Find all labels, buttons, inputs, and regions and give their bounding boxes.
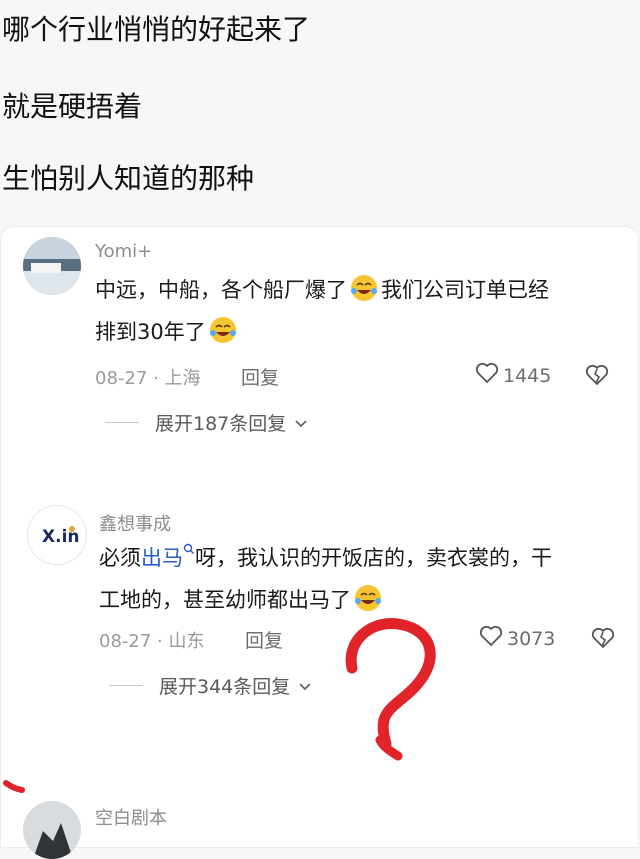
comment-location: 山东: [168, 631, 205, 652]
comment-meta: 08-27 · 上海: [95, 364, 201, 390]
laughing-crying-emoji: [208, 315, 238, 345]
comments-card: Yomi+ 中远，中船，各个船厂爆了 我们公司订单已经 排到30年了 08-27…: [0, 226, 639, 859]
expand-replies[interactable]: 展开187条回复: [105, 409, 308, 436]
heart-outline-icon: [479, 625, 503, 652]
expand-replies[interactable]: 展开344条回复: [109, 672, 312, 699]
like-button[interactable]: 1445: [475, 362, 551, 389]
comment-username[interactable]: 鑫想事成: [99, 510, 171, 536]
comment-text-part: 必须: [99, 546, 141, 570]
comment-username[interactable]: Yomi+: [95, 241, 152, 262]
comment-text-part: 工地的，甚至幼师都出马了: [99, 588, 351, 612]
laughing-crying-emoji: [349, 273, 379, 303]
chevron-down-icon: [298, 675, 312, 697]
search-link-text: 出马: [141, 546, 183, 570]
comment-date: 08-27: [99, 631, 152, 652]
reply-button[interactable]: 回复: [245, 626, 283, 653]
comment-text-part: 呀，我认识的开饭店的，卖衣裳的，干: [195, 546, 552, 570]
broken-heart-icon[interactable]: [585, 364, 609, 390]
post-line-1: 哪个行业悄悄的好起来了: [2, 13, 311, 46]
avatar[interactable]: [23, 801, 81, 859]
meta-dot: ·: [157, 631, 163, 652]
divider-dash: [105, 422, 139, 423]
comment-text-part: 我们公司订单已经: [381, 278, 549, 302]
search-link[interactable]: 出马: [141, 543, 195, 570]
meta-dot: ·: [153, 368, 159, 389]
chevron-down-icon: [294, 412, 308, 434]
laughing-crying-emoji: [353, 583, 383, 613]
expand-label: 展开187条回复: [155, 413, 287, 435]
post-line-3: 生怕别人知道的那种: [2, 162, 255, 195]
comment-username[interactable]: 空白剧本: [95, 804, 167, 830]
broken-heart-icon[interactable]: [591, 627, 615, 653]
comment-text-part: 排到30年了: [95, 320, 206, 344]
comment-text: 必须出马 呀，我认识的开饭店的，卖衣裳的，干 工地的，甚至幼师都出马了: [99, 537, 552, 621]
comment-location: 上海: [164, 368, 201, 389]
comment-text-part: 中远，中船，各个船厂爆了: [95, 278, 347, 302]
expand-label: 展开344条回复: [159, 676, 291, 698]
reply-button[interactable]: 回复: [241, 363, 279, 390]
comment-date: 08-27: [95, 368, 148, 389]
like-count: 3073: [507, 627, 556, 650]
divider-dash: [109, 685, 143, 686]
avatar[interactable]: [23, 237, 81, 295]
comment-meta: 08-27 · 山东: [99, 627, 205, 653]
post-line-2: 就是硬捂着: [2, 90, 143, 123]
like-button[interactable]: 3073: [479, 625, 555, 652]
avatar[interactable]: X.in: [27, 505, 87, 565]
comment-text: 中远，中船，各个船厂爆了 我们公司订单已经 排到30年了: [95, 269, 549, 353]
like-count: 1445: [503, 364, 552, 387]
heart-outline-icon: [475, 362, 499, 389]
search-mini-icon: [183, 543, 195, 570]
